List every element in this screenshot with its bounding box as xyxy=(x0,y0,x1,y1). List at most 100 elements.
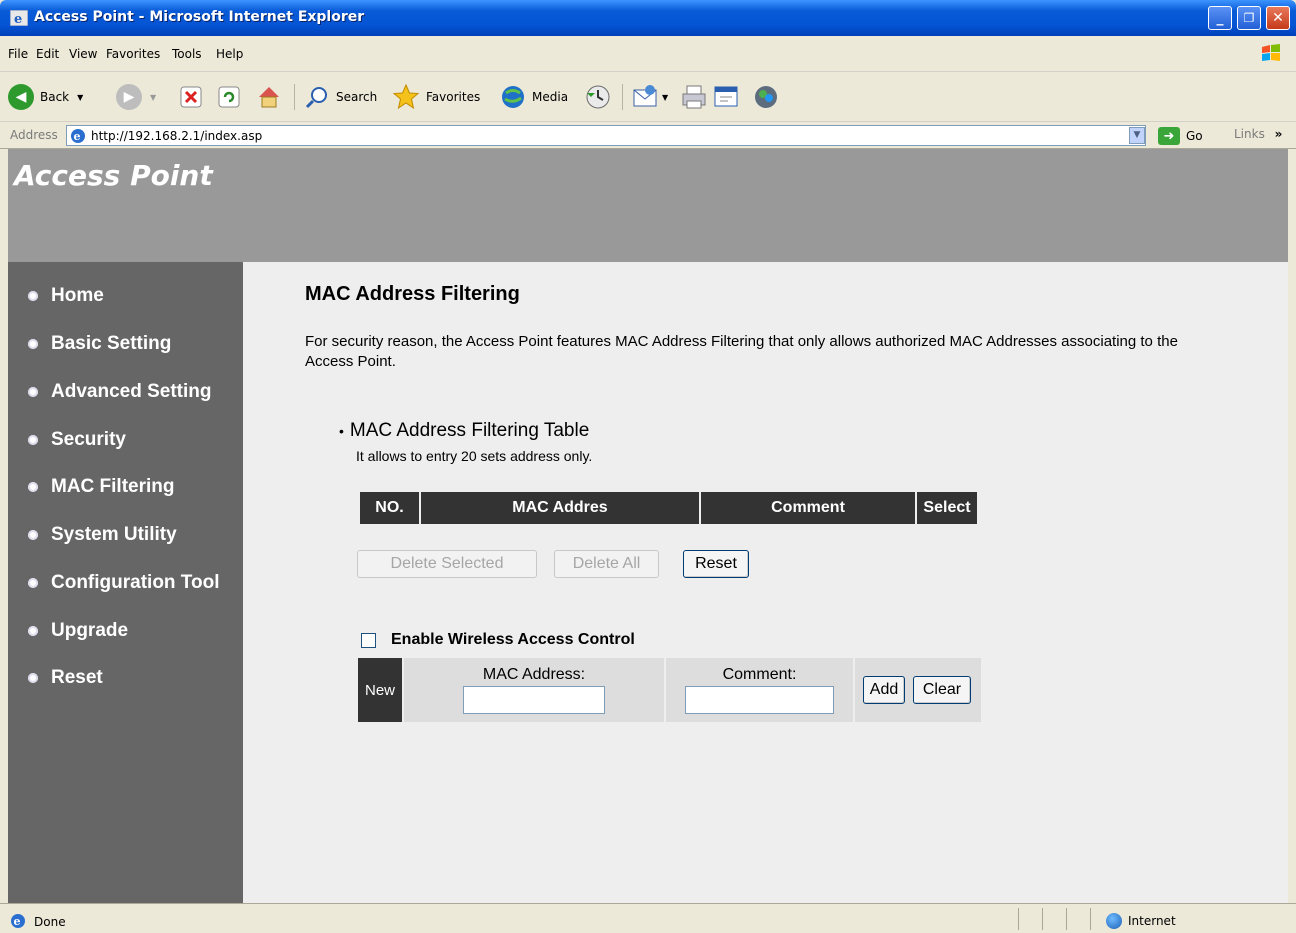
forward-icon: ▶ xyxy=(116,84,142,110)
nav-item-basic-setting[interactable]: Basic Setting xyxy=(28,332,171,356)
ie-app-icon: e xyxy=(10,10,28,26)
bullet-icon xyxy=(28,578,38,588)
reset-button[interactable]: Reset xyxy=(683,550,749,578)
print-icon xyxy=(682,85,706,109)
messenger-button[interactable] xyxy=(752,82,780,112)
bullet-icon xyxy=(28,339,38,349)
mail-button[interactable]: ▼ xyxy=(632,82,668,112)
nav-item-system-utility[interactable]: System Utility xyxy=(28,523,177,547)
svg-text:e: e xyxy=(14,12,22,26)
col-header-select: Select xyxy=(917,492,977,524)
back-button[interactable]: ◀ Back ▼ xyxy=(8,82,83,112)
window-title-bar[interactable]: e Access Point - Microsoft Internet Expl… xyxy=(0,0,1296,36)
media-label: Media xyxy=(532,90,569,104)
bullet-icon xyxy=(28,291,38,301)
page-banner: Access Point xyxy=(8,149,1288,262)
favorites-icon xyxy=(392,83,420,110)
menu-view[interactable]: View xyxy=(69,47,97,61)
forward-button[interactable]: ▶ ▼ xyxy=(116,82,156,112)
status-bar: e Done Internet xyxy=(0,903,1296,933)
sidebar-nav: Home Basic Setting Advanced Setting Secu… xyxy=(8,262,243,903)
refresh-button[interactable] xyxy=(218,82,240,112)
menu-tools[interactable]: Tools xyxy=(172,47,202,61)
print-button[interactable] xyxy=(680,82,708,112)
page-done-icon: e xyxy=(11,914,25,928)
nav-label: Advanced Setting xyxy=(51,381,212,402)
windows-logo-icon xyxy=(1262,44,1280,61)
messenger-icon xyxy=(755,86,777,108)
nav-label: System Utility xyxy=(51,524,177,545)
back-icon: ◀ xyxy=(8,84,34,110)
table-header-row: NO. MAC Addres Comment Select xyxy=(360,492,977,524)
go-button[interactable]: ➜ Go xyxy=(1158,126,1208,146)
menu-edit[interactable]: Edit xyxy=(36,47,59,61)
close-icon: ✕ xyxy=(1272,10,1284,26)
nav-item-configuration-tool[interactable]: Configuration Tool xyxy=(28,571,220,595)
add-button[interactable]: Add xyxy=(863,676,905,704)
search-label: Search xyxy=(336,90,378,104)
links-chevron-icon: » xyxy=(1274,127,1283,141)
menu-bar: File Edit View Favorites Tools Help xyxy=(0,36,1296,72)
bullet-icon: • xyxy=(339,423,344,439)
address-dropdown-icon[interactable]: ▼ xyxy=(1129,127,1145,144)
edit-icon xyxy=(714,86,738,107)
comment-input[interactable] xyxy=(685,686,834,714)
svg-text:e: e xyxy=(14,915,21,928)
nav-label: Reset xyxy=(51,667,103,688)
mac-address-label: MAC Address: xyxy=(482,666,586,683)
enable-access-control-label: Enable Wireless Access Control xyxy=(391,631,635,648)
media-icon xyxy=(502,86,524,108)
mail-dropdown-icon[interactable]: ▼ xyxy=(662,93,668,102)
address-url: http://192.168.2.1/index.asp xyxy=(91,129,263,143)
nav-item-mac-filtering[interactable]: MAC Filtering xyxy=(28,475,175,499)
history-icon xyxy=(586,85,610,109)
nav-label: Upgrade xyxy=(51,620,129,641)
table-section-title: • MAC Address Filtering Table xyxy=(339,420,589,442)
bullet-icon xyxy=(28,673,38,683)
maximize-button[interactable]: ❐ xyxy=(1237,6,1261,30)
favorites-button[interactable]: Favorites xyxy=(392,82,480,112)
mac-address-input[interactable] xyxy=(463,686,605,714)
links-button[interactable]: Links » xyxy=(1234,127,1282,141)
minimize-button[interactable]: _ xyxy=(1208,6,1232,30)
nav-item-reset[interactable]: Reset xyxy=(28,666,103,690)
nav-item-upgrade[interactable]: Upgrade xyxy=(28,619,128,643)
main-content: MAC Address Filtering For security reaso… xyxy=(243,262,1288,903)
menu-favorites[interactable]: Favorites xyxy=(106,47,160,61)
back-dropdown-icon[interactable]: ▼ xyxy=(77,93,83,102)
nav-item-security[interactable]: Security xyxy=(28,428,126,452)
home-button[interactable] xyxy=(256,82,282,112)
menu-file[interactable]: File xyxy=(8,47,28,61)
menu-help[interactable]: Help xyxy=(216,47,243,61)
enable-access-control-checkbox[interactable] xyxy=(361,633,376,648)
clear-button[interactable]: Clear xyxy=(913,676,971,704)
svg-text:e: e xyxy=(74,130,81,143)
zone-label: Internet xyxy=(1128,914,1176,928)
minimize-icon: _ xyxy=(1216,10,1224,26)
action-cell: Add Clear xyxy=(855,658,981,722)
toolbar: ◀ Back ▼ ▶ ▼ Search Favorites Media ▼ xyxy=(0,72,1296,122)
close-button[interactable]: ✕ xyxy=(1266,6,1290,30)
address-input[interactable]: e http://192.168.2.1/index.asp xyxy=(66,125,1146,146)
history-button[interactable] xyxy=(584,82,612,112)
comment-label: Comment: xyxy=(722,666,797,683)
links-label: Links xyxy=(1234,127,1265,141)
stop-button[interactable] xyxy=(180,82,202,112)
bullet-icon xyxy=(28,482,38,492)
delete-selected-button[interactable]: Delete Selected xyxy=(357,550,537,578)
nav-item-home[interactable]: Home xyxy=(28,284,104,308)
nav-item-advanced-setting[interactable]: Advanced Setting xyxy=(28,380,211,404)
back-label: Back xyxy=(40,90,70,104)
delete-all-button[interactable]: Delete All xyxy=(554,550,659,578)
go-label: Go xyxy=(1186,129,1203,143)
forward-dropdown-icon[interactable]: ▼ xyxy=(150,93,156,102)
col-header-comment: Comment xyxy=(701,492,915,524)
edit-button[interactable] xyxy=(712,82,740,112)
status-text: Done xyxy=(34,915,66,929)
media-button[interactable]: Media xyxy=(500,82,568,112)
new-entry-label: New xyxy=(358,658,402,722)
search-button[interactable]: Search xyxy=(304,82,377,112)
nav-label: Configuration Tool xyxy=(51,572,220,593)
address-bar: Address e http://192.168.2.1/index.asp ▼… xyxy=(0,122,1296,149)
refresh-icon xyxy=(218,86,240,108)
